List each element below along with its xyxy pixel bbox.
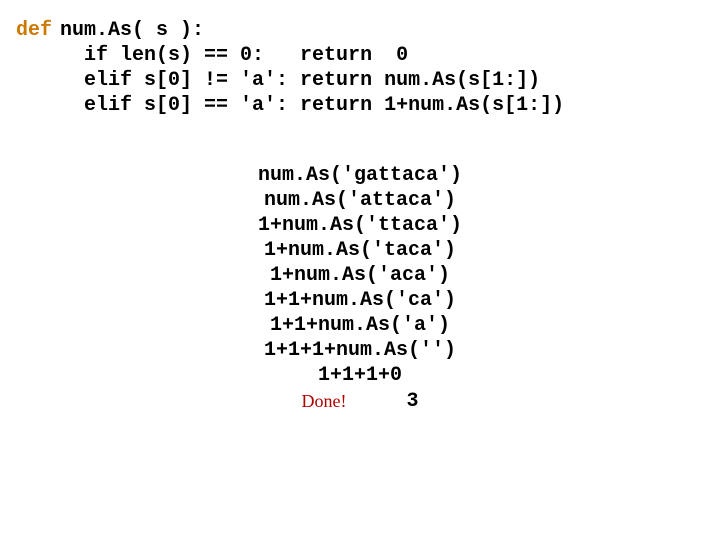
trace-line: 1+num.As('ttaca') bbox=[16, 213, 704, 238]
function-body: num.As( s ): if len(s) == 0: return 0 el… bbox=[60, 18, 564, 118]
trace-line: 1+1+num.As('ca') bbox=[16, 288, 704, 313]
trace-line: 1+num.As('taca') bbox=[16, 238, 704, 263]
trace-line: 1+1+1+0 bbox=[16, 363, 704, 388]
trace-line: num.As('attaca') bbox=[16, 188, 704, 213]
done-label: Done! bbox=[302, 391, 347, 412]
trace-block: num.As('gattaca') num.As('attaca') 1+num… bbox=[16, 163, 704, 413]
def-keyword: def bbox=[16, 18, 52, 43]
slide-root: def num.As( s ): if len(s) == 0: return … bbox=[0, 0, 720, 540]
trace-line: 1+num.As('aca') bbox=[16, 263, 704, 288]
final-result: 3 bbox=[406, 390, 418, 413]
trace-line: 1+1+num.As('a') bbox=[16, 313, 704, 338]
trace-line: num.As('gattaca') bbox=[16, 163, 704, 188]
code-block: def num.As( s ): if len(s) == 0: return … bbox=[16, 18, 704, 118]
trace-line: 1+1+1+num.As('') bbox=[16, 338, 704, 363]
result-row: Done! 3 bbox=[16, 390, 704, 413]
